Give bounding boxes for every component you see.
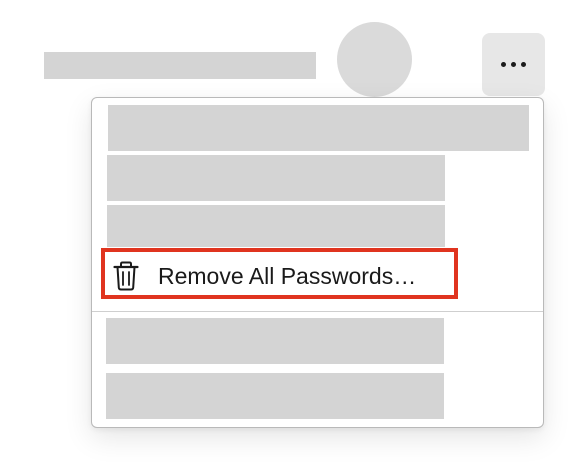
menu-item-placeholder[interactable] <box>106 373 444 419</box>
menu-item-placeholder[interactable] <box>108 105 529 151</box>
stage: Remove All Passwords… <box>0 0 568 468</box>
ellipsis-icon <box>501 62 526 67</box>
remove-all-passwords-menu-item[interactable]: Remove All Passwords… <box>101 248 458 299</box>
remove-all-passwords-label: Remove All Passwords… <box>158 263 417 289</box>
header-title-placeholder <box>44 52 316 79</box>
menu-divider <box>92 311 543 312</box>
menu-item-placeholder[interactable] <box>107 205 445 247</box>
menu-item-placeholder[interactable] <box>107 155 445 201</box>
menu-item-placeholder[interactable] <box>106 318 444 364</box>
trash-icon <box>113 261 139 291</box>
more-options-button[interactable] <box>482 33 545 96</box>
avatar[interactable] <box>337 22 412 97</box>
